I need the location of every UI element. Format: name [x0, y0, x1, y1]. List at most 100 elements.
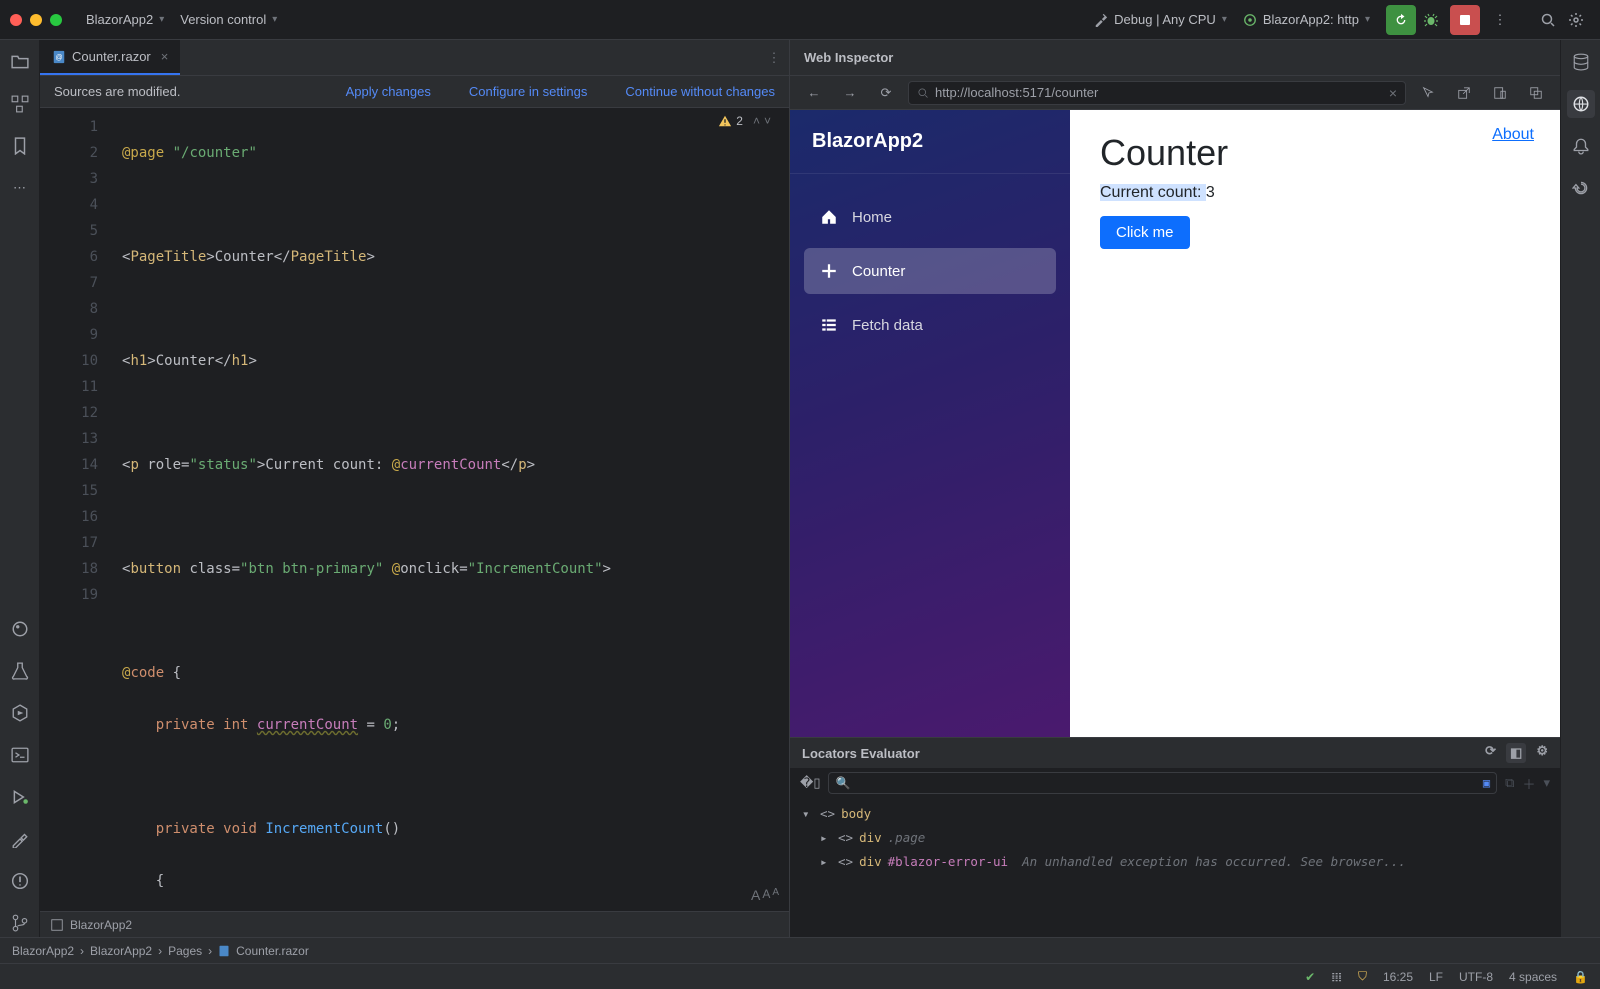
gear-icon — [1568, 12, 1584, 28]
status-lock-icon[interactable]: 🔒 — [1573, 970, 1588, 984]
copy-locator-icon[interactable]: ⧉ — [1505, 775, 1514, 791]
vcs-tool-button[interactable] — [6, 909, 34, 937]
refresh-locators-icon[interactable]: ⟳ — [1485, 743, 1496, 763]
pick-element-icon[interactable]: �▯ — [800, 775, 820, 791]
add-locator-icon[interactable]: ＋ — [1522, 774, 1535, 793]
solution-label: BlazorApp2 — [70, 918, 132, 932]
minimize-window-icon[interactable] — [30, 14, 42, 26]
run-target-icon — [1243, 13, 1257, 27]
screenshot-button[interactable] — [1522, 79, 1550, 107]
locators-search-field[interactable]: 🔍 ▣ — [828, 772, 1497, 794]
about-link[interactable]: About — [1492, 126, 1534, 144]
services-tool-button[interactable] — [6, 699, 34, 727]
status-encoding[interactable]: UTF-8 — [1459, 970, 1493, 984]
prev-highlight-icon[interactable]: ˄ — [753, 114, 760, 128]
font-size-widget[interactable]: AAA — [751, 887, 779, 903]
unit-tests-tool-button[interactable] — [6, 657, 34, 685]
close-tab-icon[interactable]: × — [161, 49, 169, 64]
plus-icon — [820, 262, 838, 280]
build-tool-button[interactable] — [6, 825, 34, 853]
bug-icon — [1423, 12, 1439, 28]
project-selector[interactable]: BlazorApp2 ▾ — [78, 8, 172, 31]
breadcrumb-seg[interactable]: Pages — [168, 944, 202, 958]
nav-counter[interactable]: Counter — [804, 248, 1056, 294]
tabs-more-button[interactable]: ⋮ — [759, 40, 789, 75]
locators-title: Locators Evaluator — [802, 746, 920, 761]
open-external-button[interactable] — [1450, 79, 1478, 107]
bookmarks-tool-button[interactable] — [6, 132, 34, 160]
reload-button[interactable]: ⟳ — [872, 79, 900, 107]
status-check-icon[interactable]: ✔ — [1305, 970, 1315, 984]
notifications-tool-button[interactable] — [1567, 132, 1595, 160]
history-tool-button[interactable] — [1567, 174, 1595, 202]
status-indent[interactable]: 4 spaces — [1509, 970, 1557, 984]
web-inspector-tool-button[interactable] — [1567, 90, 1595, 118]
status-shield-icon[interactable]: ⛉ — [1358, 969, 1367, 984]
search-button[interactable] — [1534, 6, 1562, 34]
terminal-tool-button[interactable] — [6, 741, 34, 769]
nav-home[interactable]: Home — [804, 194, 1056, 240]
continue-without-changes-link[interactable]: Continue without changes — [625, 84, 775, 99]
preview-status: Current count: 3 — [1100, 184, 1530, 202]
nav-fetch-label: Fetch data — [852, 317, 923, 334]
package-icon — [11, 620, 29, 638]
inspect-element-button[interactable] — [1414, 79, 1442, 107]
chevron-down-icon: ▾ — [1365, 14, 1370, 25]
configure-settings-link[interactable]: Configure in settings — [469, 84, 588, 99]
breadcrumb-seg[interactable]: BlazorApp2 — [12, 944, 74, 958]
click-me-button[interactable]: Click me — [1100, 216, 1190, 249]
nuget-tool-button[interactable] — [6, 615, 34, 643]
hexagon-play-icon — [11, 704, 29, 722]
locators-search-row: �▯ 🔍 ▣ ⧉ ＋ ▾ — [790, 768, 1560, 798]
tree-row-body[interactable]: ▾<>body — [802, 802, 1548, 826]
tree-row-div-error[interactable]: ▸<>div #blazor-error-uiAn unhandled exce… — [802, 850, 1548, 874]
run-button[interactable] — [1386, 5, 1416, 35]
web-inspector-pane: Web Inspector ← → ⟳ http://localhost:517… — [790, 40, 1560, 937]
locator-menu-icon[interactable]: ▾ — [1543, 775, 1550, 791]
web-inspector-header: Web Inspector — [790, 40, 1560, 76]
stop-button[interactable] — [1450, 5, 1480, 35]
track-dom-icon[interactable]: ◧ — [1506, 743, 1526, 763]
status-eol[interactable]: LF — [1429, 970, 1443, 984]
breadcrumb[interactable]: BlazorApp2› BlazorApp2› Pages› Counter.r… — [0, 937, 1600, 963]
build-config-selector[interactable]: Debug | Any CPU ▾ — [1086, 8, 1235, 31]
tree-row-div-page[interactable]: ▸<>div .page — [802, 826, 1548, 850]
locators-header: Locators Evaluator ⟳ ◧ ⚙ — [790, 738, 1560, 768]
breadcrumb-seg[interactable]: BlazorApp2 — [90, 944, 152, 958]
locators-tree[interactable]: ▾<>body ▸<>div .page ▸<>div #blazor-erro… — [790, 798, 1560, 937]
maximize-window-icon[interactable] — [50, 14, 62, 26]
run-tool-button[interactable] — [6, 783, 34, 811]
url-field[interactable]: http://localhost:5171/counter × — [908, 81, 1406, 105]
apply-changes-link[interactable]: Apply changes — [346, 84, 431, 99]
web-inspector-toolbar: ← → ⟳ http://localhost:5171/counter × — [790, 76, 1560, 110]
branch-icon — [11, 914, 29, 932]
problems-tool-button[interactable] — [6, 867, 34, 895]
more-actions-button[interactable]: ⋮ — [1486, 6, 1514, 34]
database-tool-button[interactable] — [1567, 48, 1595, 76]
breadcrumb-seg[interactable]: Counter.razor — [236, 944, 309, 958]
close-window-icon[interactable] — [10, 14, 22, 26]
debug-button[interactable] — [1416, 5, 1446, 35]
nav-fetch-data[interactable]: Fetch data — [804, 302, 1056, 348]
clear-url-icon[interactable]: × — [1389, 85, 1397, 101]
run-config-selector[interactable]: BlazorApp2: http ▾ — [1235, 8, 1378, 31]
code-area[interactable]: @page "/counter" <PageTitle>Counter</Pag… — [122, 108, 789, 911]
inspections-widget[interactable]: 2 ˄ ˅ — [718, 114, 771, 128]
project-tool-button[interactable] — [6, 48, 34, 76]
editor-body[interactable]: 12345678910111213141516171819 @page "/co… — [40, 108, 789, 911]
solution-crumb[interactable]: BlazorApp2 — [40, 911, 789, 937]
more-tool-button[interactable]: ⋯ — [6, 174, 34, 202]
settings-button[interactable] — [1562, 6, 1590, 34]
status-power-icon[interactable]: 𝍖 — [1331, 970, 1342, 984]
regex-toggle-icon[interactable]: ▣ — [1483, 776, 1490, 790]
device-button[interactable] — [1486, 79, 1514, 107]
next-highlight-icon[interactable]: ˅ — [764, 114, 771, 128]
vcs-selector[interactable]: Version control ▾ — [172, 8, 285, 31]
tab-counter-razor[interactable]: @ Counter.razor × — [40, 40, 180, 75]
locators-evaluator-pane: Locators Evaluator ⟳ ◧ ⚙ �▯ 🔍 ▣ — [790, 737, 1560, 937]
back-button[interactable]: ← — [800, 79, 828, 107]
forward-button[interactable]: → — [836, 79, 864, 107]
razor-file-icon: @ — [52, 50, 66, 64]
structure-tool-button[interactable] — [6, 90, 34, 118]
locators-settings-icon[interactable]: ⚙ — [1536, 743, 1548, 763]
